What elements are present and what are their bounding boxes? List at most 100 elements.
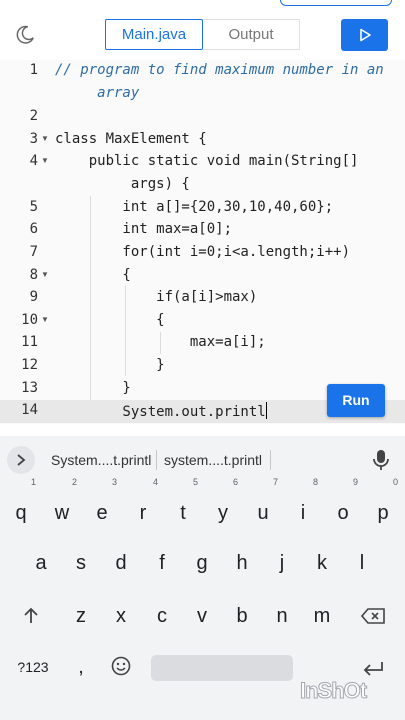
key-z[interactable]: z (62, 595, 100, 637)
key-w[interactable]: w2 (43, 478, 81, 534)
key-hint: 1 (30, 477, 36, 487)
code-text: // program to find maximum number in an (55, 62, 384, 78)
key-hint: 0 (392, 477, 398, 487)
symbols-key[interactable]: ?123 (12, 646, 54, 688)
code-text: for(int i=0;i<a.length;i++) (55, 244, 351, 260)
line-number: 3 (29, 131, 38, 147)
run-button[interactable]: Run (327, 384, 385, 417)
key-q[interactable]: q1 (2, 478, 40, 534)
key-label: u (257, 502, 269, 524)
key-hint: 8 (312, 477, 318, 487)
key-c[interactable]: c (143, 595, 181, 637)
key-l[interactable]: l (343, 542, 381, 584)
backspace-key[interactable] (354, 595, 392, 637)
key-o[interactable]: o9 (324, 478, 362, 534)
backspace-icon (360, 608, 385, 624)
key-label: e (96, 502, 108, 524)
key-s[interactable]: s (62, 542, 100, 584)
suggestion-strip: System....t.printl system....t.printl (0, 436, 405, 484)
key-label: o (337, 502, 349, 524)
tab-main-java[interactable]: Main.java (105, 19, 203, 50)
suggestion-divider (156, 450, 157, 470)
key-a[interactable]: a (22, 542, 60, 584)
key-label: t (180, 502, 186, 524)
key-e[interactable]: e3 (83, 478, 121, 534)
code-text: public static void main(String[] (55, 153, 359, 169)
shift-key[interactable] (12, 595, 50, 637)
line-number: 12 (21, 357, 38, 373)
watermark-logo: InShOt (299, 678, 367, 704)
key-h[interactable]: h (223, 542, 261, 584)
space-bar[interactable] (151, 655, 293, 681)
key-label: q (15, 502, 27, 524)
key-hint: 5 (192, 477, 198, 487)
key-n[interactable]: n (263, 595, 301, 637)
microphone-icon[interactable] (371, 448, 391, 472)
line-number: 6 (29, 221, 38, 237)
chevron-right-icon (17, 454, 26, 466)
suggestion-divider (270, 450, 271, 470)
line-number: 14 (21, 402, 38, 418)
cut-off-button[interactable] (280, 0, 392, 6)
code-text: int a[]={20,30,10,40,60}; (55, 199, 334, 215)
line-number: 7 (29, 244, 38, 260)
key-x[interactable]: x (102, 595, 140, 637)
code-text: { (55, 267, 131, 283)
code-text: if(a[i]>max) (55, 289, 258, 305)
suggestion-item[interactable]: System....t.printl (51, 452, 151, 468)
key-label: i (300, 502, 306, 524)
fold-arrow-icon[interactable]: ▼ (41, 315, 49, 324)
code-text: { (55, 312, 165, 328)
code-text: class MaxElement { (55, 131, 207, 147)
key-p[interactable]: p0 (364, 478, 402, 534)
key-b[interactable]: b (223, 595, 261, 637)
key-i[interactable]: i8 (284, 478, 322, 534)
line-number: 1 (29, 62, 38, 78)
key-y[interactable]: y6 (204, 478, 242, 534)
fold-arrow-icon[interactable]: ▼ (41, 134, 49, 143)
code-text: max=a[i]; (55, 334, 266, 350)
comma-key[interactable]: , (62, 646, 100, 688)
emoji-key[interactable] (102, 646, 140, 688)
code-text: array (55, 85, 140, 101)
key-hint: 9 (352, 477, 358, 487)
line-number: 4 (29, 153, 38, 169)
line-number: 10 (21, 312, 38, 328)
fold-arrow-icon[interactable]: ▼ (41, 156, 49, 165)
key-hint: 3 (111, 477, 117, 487)
code-text: } (55, 380, 131, 396)
line-number: 5 (29, 199, 38, 215)
run-top-button[interactable] (341, 19, 388, 51)
key-hint: 6 (232, 477, 238, 487)
key-label: w (54, 502, 70, 524)
key-hint: 4 (152, 477, 158, 487)
top-app-bar: Main.java Output (0, 0, 405, 60)
line-number: 13 (21, 380, 38, 396)
fold-arrow-icon[interactable]: ▼ (41, 270, 49, 279)
key-k[interactable]: k (303, 542, 341, 584)
code-editor[interactable]: 1 // program to find maximum number in a… (0, 60, 405, 424)
code-text: } (55, 357, 165, 373)
key-label: y (218, 502, 228, 524)
play-icon (360, 28, 371, 42)
key-v[interactable]: v (183, 595, 221, 637)
key-g[interactable]: g (183, 542, 221, 584)
system-nav-bar (0, 712, 405, 720)
suggestion-item[interactable]: system....t.printl (164, 452, 262, 468)
key-j[interactable]: j (263, 542, 301, 584)
expand-suggestions-button[interactable] (7, 446, 35, 474)
key-hint: 2 (71, 477, 77, 487)
text-cursor (265, 402, 267, 419)
code-text-active: System.out.printl (55, 402, 267, 420)
key-t[interactable]: t5 (164, 478, 202, 534)
key-m[interactable]: m (303, 595, 341, 637)
moon-icon[interactable] (14, 24, 36, 46)
key-u[interactable]: u7 (244, 478, 282, 534)
tab-output[interactable]: Output (203, 19, 300, 50)
key-label: p (377, 502, 389, 524)
key-r[interactable]: r4 (124, 478, 162, 534)
line-number: 11 (21, 334, 38, 350)
code-text: int max=a[0]; (55, 221, 233, 237)
key-d[interactable]: d (102, 542, 140, 584)
key-f[interactable]: f (143, 542, 181, 584)
